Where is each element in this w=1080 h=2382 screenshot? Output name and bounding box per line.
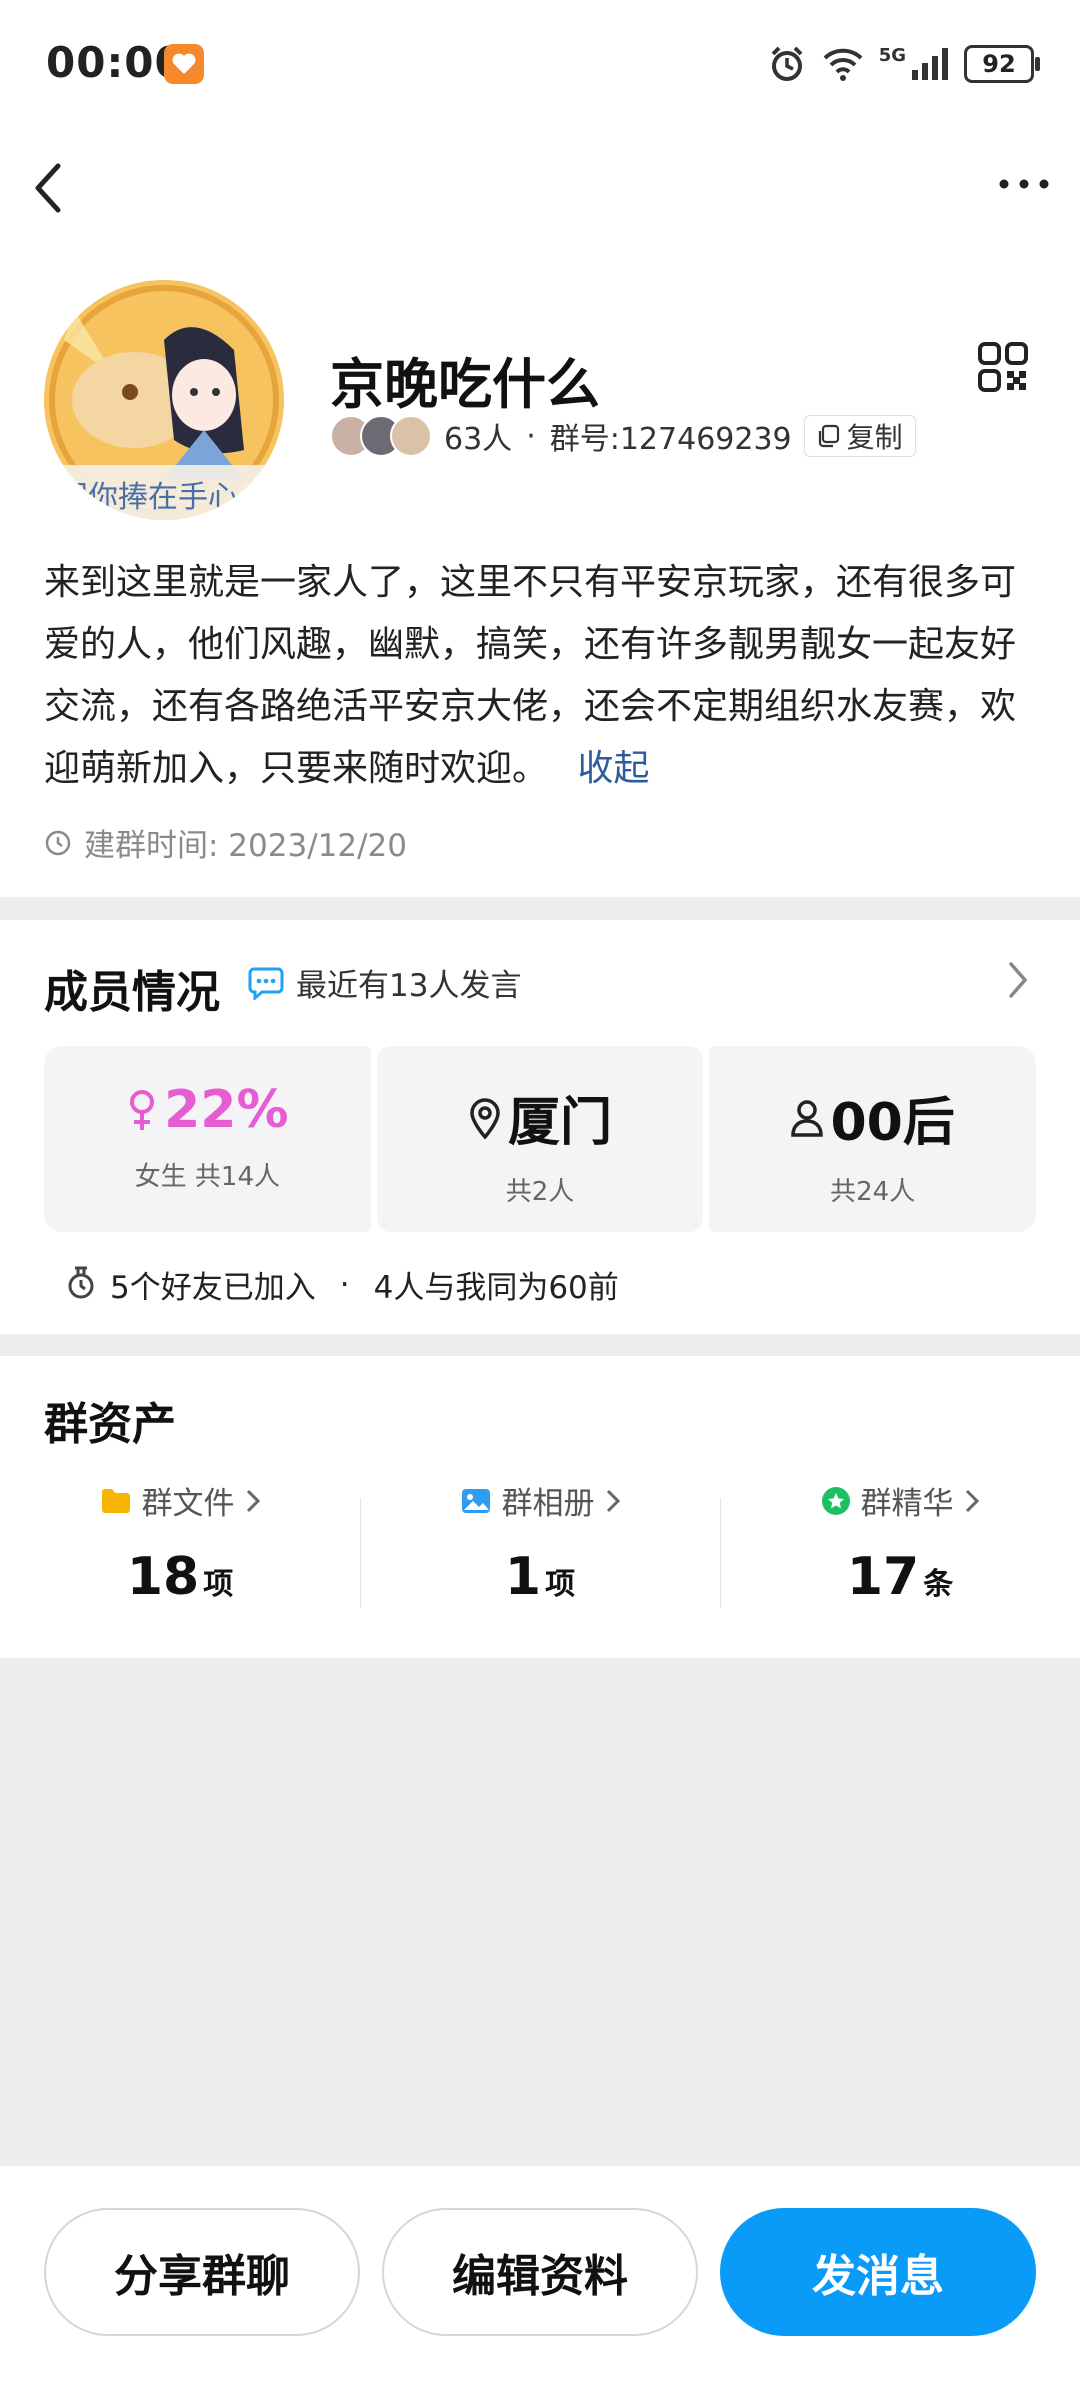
- wifi-icon: [823, 48, 863, 81]
- asset-essence[interactable]: 群精华 17 条: [720, 1478, 1080, 1618]
- collapse-link[interactable]: 收起: [577, 748, 649, 789]
- friends-joined: 5个好友已加入: [110, 1270, 316, 1306]
- back-button[interactable]: [26, 144, 96, 224]
- stat-age[interactable]: 00后 共24人: [709, 1046, 1037, 1232]
- stat-location-value: 厦门: [377, 1080, 704, 1155]
- app-heart-icon: [164, 44, 204, 84]
- alarm-icon: [771, 46, 803, 81]
- asset-album[interactable]: 群相册 1项: [360, 1478, 720, 1618]
- stat-location-label: 共2人: [505, 1177, 575, 1207]
- asset-files-label: 群文件: [141, 1486, 235, 1522]
- chevron-right-icon: [606, 1489, 620, 1512]
- female-icon: [130, 1090, 155, 1130]
- status-bar: 00:00 5G 92: [0, 0, 1080, 130]
- same-age: 4人与我同为60前: [373, 1270, 619, 1306]
- friends-separator: ·: [339, 1266, 350, 1303]
- watch-icon: [68, 1266, 94, 1298]
- back-arrow-icon: [35, 163, 61, 213]
- top-nav: [0, 130, 1080, 250]
- group-name: 京晚吃什么: [330, 353, 600, 416]
- assets-title: 群资产: [44, 1399, 176, 1450]
- edit-profile-button[interactable]: 编辑资料: [382, 2208, 698, 2336]
- battery-indicator: 92: [964, 45, 1040, 83]
- members-chevron-icon[interactable]: [1006, 960, 1030, 1004]
- member-avatars[interactable]: [330, 415, 432, 457]
- friends-row: 5个好友已加入 · 4人与我同为60前: [66, 1262, 619, 1307]
- recent-speakers-text: 最近有13人发言: [296, 968, 522, 1004]
- image-icon: [461, 1488, 490, 1513]
- members-card[interactable]: 成员情况 最近有13人发言 22% 女生 共14人 厦门 共2人 00后 共24…: [0, 920, 1080, 1334]
- chat-bubble-icon: [248, 967, 284, 1000]
- person-icon: [791, 1099, 824, 1137]
- folder-icon: [101, 1488, 130, 1513]
- member-stats: 22% 女生 共14人 厦门 共2人 00后 共24人: [44, 1046, 1037, 1232]
- created-time-row: 建群时间: 2023/12/20: [44, 820, 407, 865]
- members-title: 成员情况: [44, 967, 220, 1018]
- location-pin-icon: [470, 1097, 500, 1139]
- group-avatar[interactable]: 把你捧在手心: [44, 280, 284, 520]
- share-group-button[interactable]: 分享群聊: [44, 2208, 360, 2336]
- asset-files[interactable]: 群文件 18 项: [0, 1478, 360, 1618]
- asset-essence-unit: 条: [923, 1567, 954, 1602]
- assets-row: 群文件 18 项 群相册 1项 群精华 17 条: [0, 1478, 1080, 1618]
- qr-code-icon: [978, 342, 1028, 392]
- asset-album-label: 群相册: [501, 1486, 595, 1522]
- clock-icon: [45, 830, 71, 855]
- more-dots-icon: [999, 179, 1049, 189]
- member-avatar: [390, 415, 432, 457]
- stat-gender-value: 22%: [44, 1080, 371, 1140]
- asset-essence-count: 17: [846, 1547, 920, 1607]
- network-type: 5G: [878, 44, 906, 66]
- description-text: 来到这里就是一家人了，这里不只有平安京玩家，还有很多可爱的人，他们风趣，幽默，搞…: [44, 562, 1017, 789]
- signal-icon: [912, 48, 948, 80]
- stat-gender-label: 女生 共14人: [134, 1162, 281, 1192]
- star-badge-icon: [821, 1486, 850, 1515]
- stat-age-value: 00后: [709, 1080, 1036, 1155]
- created-time: 建群时间: 2023/12/20: [84, 828, 407, 864]
- group-number: 群号:127469239: [549, 422, 792, 457]
- group-profile-card: 把你捧在手心 京晚吃什么 63人 · 群号:127469239 复制 来到这里就…: [0, 250, 1080, 897]
- stat-age-label: 共24人: [830, 1177, 916, 1207]
- recent-speakers: 最近有13人发言: [248, 960, 521, 1005]
- stat-gender[interactable]: 22% 女生 共14人: [44, 1046, 371, 1232]
- asset-essence-label: 群精华: [860, 1486, 954, 1522]
- asset-files-count: 18: [126, 1547, 200, 1607]
- bottom-action-bar: 分享群聊 编辑资料 发消息: [0, 2166, 1080, 2382]
- status-icons: 5G 92: [767, 40, 1040, 88]
- group-meta: 63人 · 群号:127469239 复制: [330, 412, 916, 460]
- asset-album-count: 1: [504, 1547, 542, 1607]
- assets-card: 群资产 群文件 18 项 群相册 1项 群精华 17 条: [0, 1356, 1080, 1658]
- meta-separator: ·: [526, 418, 536, 454]
- copy-label: 复制: [846, 421, 903, 454]
- send-message-button[interactable]: 发消息: [720, 2208, 1036, 2336]
- member-count[interactable]: 63人: [444, 414, 512, 458]
- group-description: 来到这里就是一家人了，这里不只有平安京玩家，还有很多可爱的人，他们风趣，幽默，搞…: [44, 552, 1034, 800]
- more-button[interactable]: [992, 158, 1056, 210]
- stat-location[interactable]: 厦门 共2人: [376, 1046, 704, 1232]
- copy-button[interactable]: 复制: [803, 415, 916, 457]
- asset-album-unit: 项: [545, 1567, 576, 1602]
- chevron-right-icon: [965, 1489, 979, 1512]
- chevron-right-icon: [246, 1489, 260, 1512]
- avatar-caption: 把你捧在手心: [58, 480, 238, 515]
- copy-icon: [818, 424, 839, 448]
- qr-code-button[interactable]: [978, 342, 1028, 392]
- asset-files-unit: 项: [203, 1567, 234, 1602]
